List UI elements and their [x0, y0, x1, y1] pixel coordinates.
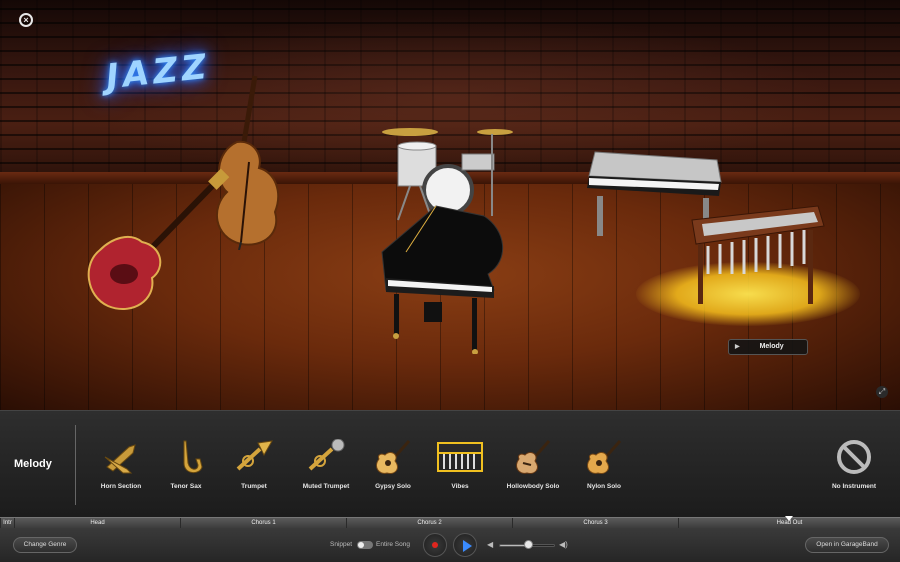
- open-in-garageband-button[interactable]: Open in GarageBand: [805, 537, 889, 553]
- hollowbody-guitar-icon: [516, 440, 551, 474]
- muted-trumpet-icon: [308, 439, 345, 471]
- entire-song-label: Entire Song: [376, 541, 410, 548]
- instrument-label: Tenor Sax: [170, 483, 202, 490]
- instrument-label: Horn Section: [100, 483, 142, 490]
- track-name: Melody: [14, 458, 52, 470]
- instrument-label: Hollowbody Solo: [506, 483, 560, 490]
- selected-instrument-label: Melody: [759, 343, 784, 350]
- instrument-label: Nylon Solo: [587, 483, 621, 490]
- timeline-section-intro[interactable]: Intr: [0, 518, 14, 528]
- archtop-guitar[interactable]: [80, 168, 230, 314]
- tenor-sax-icon: [183, 440, 203, 473]
- nylon-guitar-icon: [587, 440, 622, 474]
- trumpet-icon: [236, 440, 273, 471]
- change-genre-button[interactable]: Change Genre: [13, 537, 77, 553]
- instrument-muted-trumpet[interactable]: Muted Trumpet: [291, 439, 361, 490]
- play-icon: ▶: [735, 344, 740, 350]
- bottom-toolbar: Change Genre Snippet Entire Song ◀ ◀) Op…: [0, 528, 900, 562]
- play-button[interactable]: [453, 533, 477, 557]
- instrument-none[interactable]: No Instrument: [819, 439, 889, 490]
- acoustic-guitar-icon: [376, 440, 411, 474]
- selected-instrument-tag[interactable]: ▶ Melody: [728, 339, 808, 355]
- horn-section-icon: [104, 444, 136, 474]
- instrument-trumpet[interactable]: Trumpet: [219, 439, 289, 490]
- grand-piano[interactable]: [376, 202, 516, 354]
- volume-high-icon: ◀): [559, 540, 568, 549]
- timeline-section-chorus-3[interactable]: Chorus 3: [512, 518, 678, 528]
- vibraphone-icon: [437, 442, 483, 472]
- timeline-section-chorus-2[interactable]: Chorus 2: [346, 518, 512, 528]
- instrument-nylon-solo[interactable]: Nylon Solo: [569, 439, 639, 490]
- vibraphone[interactable]: [688, 204, 828, 308]
- instrument-label: Gypsy Solo: [375, 483, 411, 490]
- record-button[interactable]: [423, 533, 447, 557]
- snippet-label: Snippet: [330, 541, 353, 548]
- instrument-hollowbody-solo[interactable]: Hollowbody Solo: [498, 439, 568, 490]
- volume-low-icon: ◀: [487, 540, 494, 549]
- playhead[interactable]: [785, 516, 793, 521]
- song-timeline[interactable]: Intr Head Chorus 1 Chorus 2 Chorus 3 Hea…: [0, 516, 900, 528]
- instrument-label: Trumpet: [241, 483, 267, 490]
- instrument-gypsy-solo[interactable]: Gypsy Solo: [358, 439, 428, 490]
- instrument-horn-section[interactable]: Horn Section: [86, 439, 156, 490]
- volume-fill: [500, 545, 527, 546]
- jazz-stage: × JAZZ ▶ Melody ⤢: [0, 0, 900, 410]
- instrument-label: Muted Trumpet: [302, 483, 350, 490]
- instrument-label: No Instrument: [831, 483, 877, 490]
- divider: [75, 425, 76, 505]
- volume-knob[interactable]: [524, 540, 533, 549]
- instrument-vibes[interactable]: Vibes: [425, 439, 495, 490]
- fullscreen-button[interactable]: ⤢: [876, 386, 888, 398]
- timeline-section-head[interactable]: Head: [14, 518, 180, 528]
- snippet-entire-song-toggle[interactable]: [357, 541, 373, 549]
- timeline-section-chorus-1[interactable]: Chorus 1: [180, 518, 346, 528]
- close-button[interactable]: ×: [19, 13, 33, 27]
- instrument-label: Vibes: [451, 483, 469, 490]
- no-instrument-icon: [837, 440, 871, 474]
- instrument-strip: Melody Horn Section Tenor Sax Trumpet Mu…: [0, 410, 900, 517]
- instrument-tenor-sax[interactable]: Tenor Sax: [151, 439, 221, 490]
